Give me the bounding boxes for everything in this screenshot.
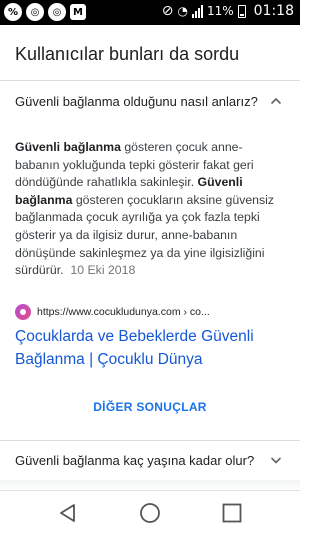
site-favicon-icon <box>15 304 31 320</box>
card-bottom-shadow <box>0 480 300 490</box>
result-title-link[interactable]: Çocuklarda ve Bebeklerde Güvenli Bağlanm… <box>15 325 285 371</box>
source-url: https://www.cocukludunya.com › co... <box>37 306 210 318</box>
status-bar: % ◎ ◎ M ⊘ ◔ 11% 01:18 <box>0 0 300 25</box>
section-title: Kullanıcılar bunları da sordu <box>15 44 240 64</box>
chrome-icon: ◎ <box>26 3 44 21</box>
navigation-bar <box>0 490 300 534</box>
back-icon[interactable] <box>56 501 80 525</box>
chevron-up-icon <box>270 97 282 105</box>
more-results-button[interactable]: DİĞER SONUÇLAR <box>0 400 300 414</box>
source-line[interactable]: https://www.cocukludunya.com › co... <box>15 304 210 320</box>
answer-date: 10 Eki 2018 <box>70 263 136 278</box>
battery-percent: 11% <box>206 4 234 18</box>
wifi-icon: ◔ <box>177 4 188 18</box>
mute-icon: ⊘ <box>161 3 174 19</box>
notification-icons: % ◎ ◎ M <box>4 3 86 21</box>
recents-icon[interactable] <box>220 501 244 525</box>
answer-snippet: Güvenli bağlanma gösteren çocuk anne-bab… <box>15 139 285 280</box>
clock: 01:18 <box>253 3 294 19</box>
chrome-icon: ◎ <box>48 3 66 21</box>
gmail-icon: M <box>70 4 86 20</box>
home-icon[interactable] <box>138 501 162 525</box>
answer-bold: Güvenli bağlanma <box>15 140 121 154</box>
chevron-down-icon <box>270 457 282 464</box>
percent-icon: % <box>4 3 22 21</box>
question-text: Güvenli bağlanma olduğunu nasıl anlarız? <box>15 93 258 109</box>
question-text: Güvenli bağlanma kaç yaşına kadar olur? <box>15 452 255 468</box>
system-icons: ⊘ ◔ 11% 01:18 <box>162 3 294 19</box>
battery-icon <box>237 4 246 18</box>
question-expanded-row[interactable]: Güvenli bağlanma olduğunu nasıl anlarız? <box>0 82 300 120</box>
signal-icon <box>191 4 203 18</box>
divider <box>0 80 300 81</box>
question-collapsed-row[interactable]: Güvenli bağlanma kaç yaşına kadar olur? <box>0 441 300 479</box>
